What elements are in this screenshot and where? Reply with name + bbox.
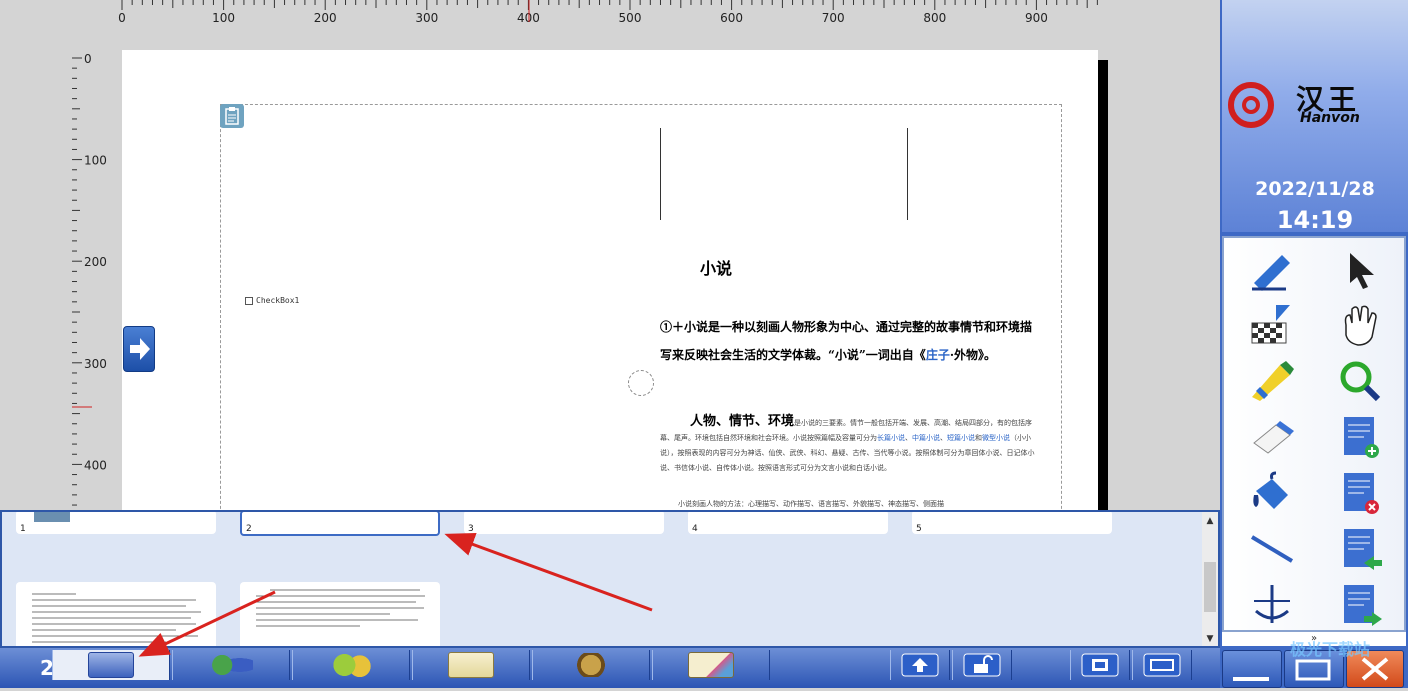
annotation-arrows [138,532,653,657]
pointer-tool[interactable] [1330,242,1390,294]
fill-bucket-tool[interactable] [1242,466,1302,518]
logo-english: Hanvon [1300,110,1360,126]
watermark: 极光下载站 [1290,640,1371,659]
next-page-tool[interactable] [1330,578,1390,630]
hanvon-logo-icon [1228,82,1274,128]
previous-page-tool[interactable] [1330,522,1390,574]
date-display: 2022/11/28 [1255,178,1375,200]
hand-tool[interactable] [1330,298,1390,350]
delete-page-icon [1344,473,1379,514]
red-arrow-to-thumbnail [444,532,653,612]
minimize-button[interactable] [1222,650,1282,688]
add-page-tool[interactable] [1330,410,1390,462]
pointer-icon [1350,253,1374,289]
delete-page-tool[interactable] [1330,466,1390,518]
highlighter-icon [1252,361,1294,401]
time-display: 14:19 [1276,206,1354,234]
pen-tool[interactable] [1242,242,1302,294]
fill-bucket-icon [1253,471,1288,509]
minimize-icon [1233,677,1269,681]
line-tool[interactable] [1242,522,1302,574]
compass-icon [1254,585,1290,623]
add-page-icon [1344,417,1379,458]
red-arrow-to-grid-button [138,590,276,657]
hand-icon [1344,305,1377,346]
zoom-tool[interactable] [1330,354,1390,406]
next-page-icon [1344,585,1382,626]
tool-palette [1222,236,1406,632]
line-icon [1250,535,1294,563]
previous-page-icon [1344,529,1382,570]
eraser-tool[interactable] [1242,410,1302,462]
texture-pen-tool[interactable] [1242,298,1302,350]
compass-tool[interactable] [1242,578,1302,630]
zoom-icon [1340,361,1381,402]
highlighter-tool[interactable] [1242,354,1302,406]
texture-pen-icon [1251,305,1290,344]
eraser-icon [1253,421,1294,454]
pen-icon [1252,255,1290,291]
